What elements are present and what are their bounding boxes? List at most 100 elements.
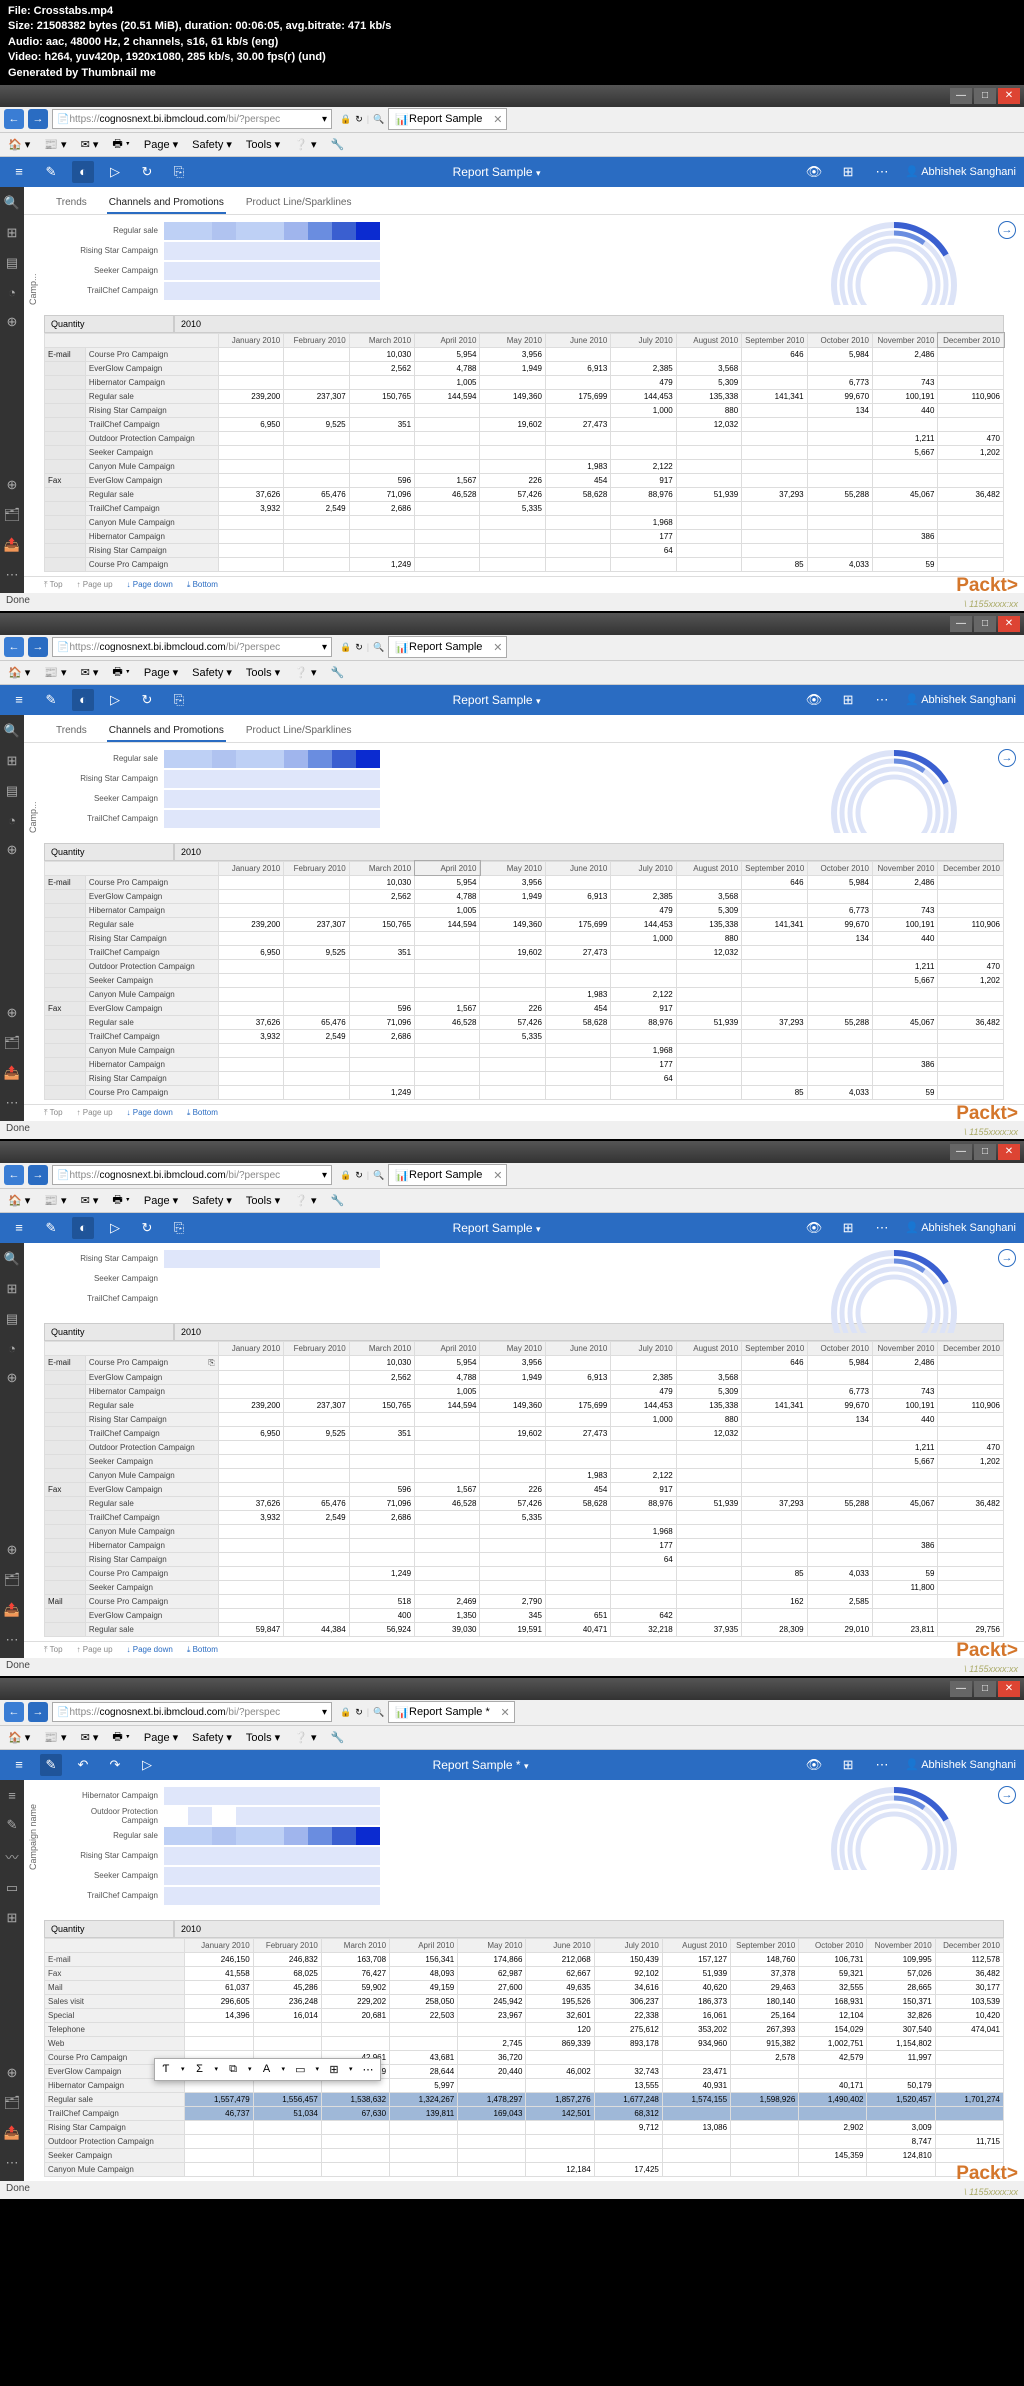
data-cell[interactable] — [873, 543, 938, 557]
data-cell[interactable] — [349, 903, 414, 917]
data-cell[interactable]: 6,773 — [807, 375, 872, 389]
row-label[interactable]: Seeker Campaign — [45, 2148, 185, 2162]
pager-pagedown[interactable]: ↓ Page down — [127, 1108, 173, 1117]
data-cell[interactable]: 5,984 — [807, 347, 872, 361]
campaign-cell[interactable]: Rising Star Campaign — [85, 1412, 218, 1426]
campaign-cell[interactable]: Outdoor Protection Campaign — [85, 959, 218, 973]
data-cell[interactable] — [545, 973, 610, 987]
data-cell[interactable]: 3,932 — [218, 1029, 283, 1043]
heatmap-cell[interactable] — [188, 242, 212, 260]
print-icon[interactable]: 🖶 ▾ — [108, 1726, 134, 1749]
data-cell[interactable] — [676, 1524, 741, 1538]
data-cell[interactable] — [742, 1524, 807, 1538]
data-cell[interactable]: 27,473 — [545, 945, 610, 959]
data-cell[interactable] — [545, 1524, 610, 1538]
data-cell[interactable] — [480, 543, 545, 557]
data-cell[interactable]: 37,378 — [731, 1966, 799, 1980]
data-cell[interactable] — [218, 1552, 283, 1566]
data-cell[interactable]: 62,667 — [526, 1966, 594, 1980]
data-cell[interactable] — [807, 1524, 872, 1538]
data-cell[interactable] — [938, 1468, 1004, 1482]
data-cell[interactable]: 175,699 — [545, 917, 610, 931]
pager-pageup[interactable]: ↑ Page up — [77, 1108, 113, 1117]
data-cell[interactable] — [873, 1071, 938, 1085]
data-cell[interactable] — [218, 1412, 283, 1426]
data-cell[interactable]: 267,393 — [731, 2022, 799, 2036]
data-cell[interactable] — [415, 1552, 480, 1566]
data-cell[interactable]: 3,956 — [480, 347, 545, 361]
data-cell[interactable]: 150,371 — [867, 1994, 935, 2008]
data-cell[interactable] — [284, 1552, 349, 1566]
data-cell[interactable]: 2,122 — [611, 1468, 676, 1482]
data-cell[interactable] — [545, 1594, 610, 1608]
heatmap-cell[interactable] — [236, 262, 260, 280]
data-cell[interactable]: 1,211 — [873, 1440, 938, 1454]
heatmap-cell[interactable] — [332, 1250, 356, 1268]
data-cell[interactable]: 85 — [742, 1085, 807, 1099]
data-cell[interactable]: 37,935 — [676, 1622, 741, 1636]
data-cell[interactable]: 139,811 — [390, 2106, 458, 2120]
data-cell[interactable] — [480, 1071, 545, 1085]
campaign-cell[interactable]: Course Pro Campaign — [85, 347, 218, 361]
data-cell[interactable] — [594, 2134, 662, 2148]
heatmap-cell[interactable] — [308, 242, 332, 260]
heatmap-cell[interactable] — [332, 262, 356, 280]
heatmap-cell[interactable] — [284, 242, 308, 260]
data-cell[interactable] — [935, 2148, 1003, 2162]
data-cell[interactable]: 103,539 — [935, 1994, 1003, 2008]
data-cell[interactable] — [594, 2050, 662, 2064]
format-btn-1[interactable]: Σ — [191, 2061, 209, 2077]
data-cell[interactable] — [284, 1043, 349, 1057]
data-cell[interactable] — [480, 903, 545, 917]
data-cell[interactable] — [545, 557, 610, 571]
data-cell[interactable] — [545, 1454, 610, 1468]
data-cell[interactable]: 470 — [938, 431, 1004, 445]
data-cell[interactable] — [742, 1071, 807, 1085]
data-cell[interactable]: 37,626 — [218, 487, 283, 501]
data-cell[interactable] — [676, 1071, 741, 1085]
heatmap-cell[interactable] — [188, 810, 212, 828]
data-cell[interactable]: 1,983 — [545, 459, 610, 473]
data-cell[interactable] — [545, 1580, 610, 1594]
data-cell[interactable]: 5,954 — [415, 1355, 480, 1370]
month-header[interactable]: June 2010 — [545, 861, 610, 875]
data-cell[interactable]: 2,585 — [807, 1594, 872, 1608]
month-header[interactable]: April 2010 — [415, 861, 480, 875]
data-cell[interactable]: 68,312 — [594, 2106, 662, 2120]
data-cell[interactable]: 5,954 — [415, 875, 480, 889]
data-cell[interactable]: 454 — [545, 1482, 610, 1496]
campaign-cell[interactable]: EverGlow Campaign — [85, 1482, 218, 1496]
data-cell[interactable]: 144,594 — [415, 917, 480, 931]
data-cell[interactable]: 880 — [676, 403, 741, 417]
data-cell[interactable]: 5,667 — [873, 445, 938, 459]
data-cell[interactable] — [873, 889, 938, 903]
heatmap-cell[interactable] — [284, 1787, 308, 1805]
data-cell[interactable] — [218, 1608, 283, 1622]
campaign-cell[interactable]: Regular sale — [85, 917, 218, 931]
data-cell[interactable]: 1,574,155 — [662, 2092, 730, 2106]
data-cell[interactable] — [807, 431, 872, 445]
data-cell[interactable]: 65,476 — [284, 1496, 349, 1510]
data-cell[interactable] — [284, 459, 349, 473]
data-cell[interactable] — [480, 1043, 545, 1057]
heatmap-cell[interactable] — [356, 262, 380, 280]
data-cell[interactable]: 157,127 — [662, 1952, 730, 1966]
data-cell[interactable] — [321, 2120, 389, 2134]
data-cell[interactable] — [480, 931, 545, 945]
data-cell[interactable]: 57,426 — [480, 1496, 545, 1510]
heatmap-cell[interactable] — [356, 222, 380, 240]
grid-icon[interactable]: ⊞ — [837, 1217, 859, 1239]
data-cell[interactable] — [253, 2036, 321, 2050]
data-cell[interactable] — [480, 431, 545, 445]
data-cell[interactable]: 1,202 — [938, 445, 1004, 459]
data-cell[interactable] — [349, 403, 414, 417]
data-cell[interactable] — [807, 529, 872, 543]
data-cell[interactable] — [676, 973, 741, 987]
data-cell[interactable] — [545, 431, 610, 445]
data-cell[interactable]: 59,847 — [218, 1622, 283, 1636]
data-cell[interactable] — [480, 375, 545, 389]
data-cell[interactable] — [611, 1594, 676, 1608]
menu-icon[interactable]: ≡ — [8, 689, 30, 711]
heatmap-cell[interactable] — [236, 770, 260, 788]
data-cell[interactable] — [938, 1524, 1004, 1538]
